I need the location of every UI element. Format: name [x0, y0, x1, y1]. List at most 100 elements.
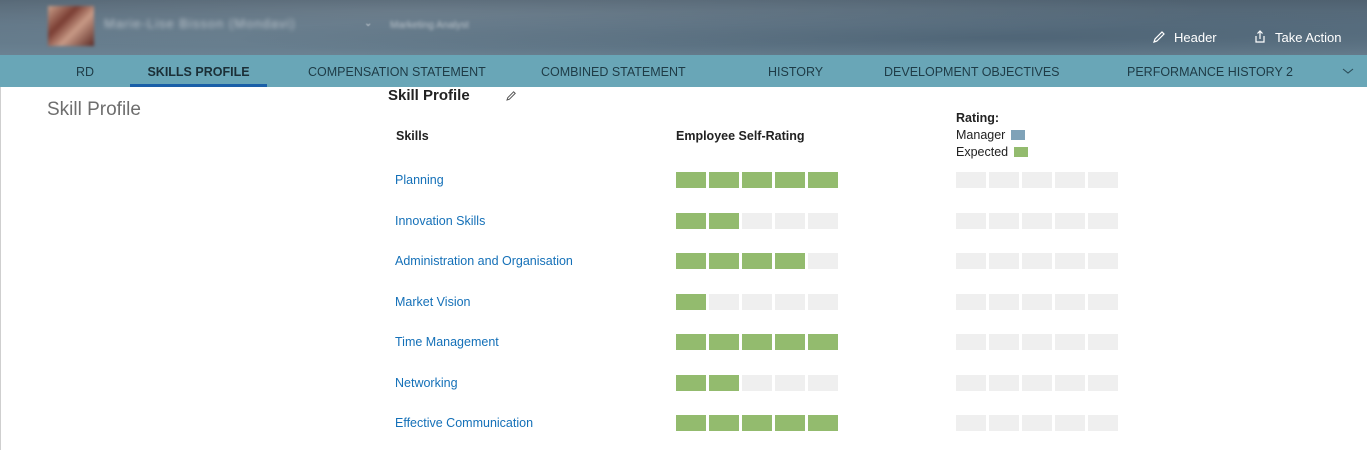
- rating-cell: [808, 253, 838, 269]
- rating-cell: [808, 375, 838, 391]
- tab-performance-history-2[interactable]: PERFORMANCE HISTORY 2: [1127, 55, 1293, 87]
- rating-cell: [1022, 334, 1052, 350]
- divider: [0, 87, 1, 450]
- rating-cell: [1022, 213, 1052, 229]
- manager-rating-bar: [956, 294, 1118, 310]
- rating-cell: [775, 172, 805, 188]
- rating-cell: [742, 172, 772, 188]
- rating-cell: [1088, 213, 1118, 229]
- self-rating-bar: [676, 375, 838, 391]
- skill-link[interactable]: Administration and Organisation: [395, 254, 573, 268]
- tab-development-objectives[interactable]: DEVELOPMENT OBJECTIVES: [884, 55, 1060, 87]
- rating-cell: [709, 334, 739, 350]
- chevron-down-icon[interactable]: [1340, 63, 1356, 79]
- rating-cell: [709, 415, 739, 431]
- self-rating-bar: [676, 415, 838, 431]
- skill-link[interactable]: Market Vision: [395, 295, 471, 309]
- legend-swatch: [1011, 129, 1026, 140]
- avatar[interactable]: [48, 6, 94, 46]
- manager-rating-bar: [956, 334, 1118, 350]
- panel-title: Skill Profile: [388, 87, 470, 104]
- skill-link[interactable]: Time Management: [395, 335, 499, 349]
- rating-cell: [676, 213, 706, 229]
- rating-cell: [676, 415, 706, 431]
- rating-cell: [956, 253, 986, 269]
- rating-cell: [775, 375, 805, 391]
- rating-cell: [1055, 213, 1085, 229]
- column-header-self-rating: Employee Self-Rating: [676, 129, 805, 143]
- rating-cell: [742, 415, 772, 431]
- user-role: Marketing Analyst: [390, 20, 469, 31]
- rating-cell: [742, 294, 772, 310]
- rating-cell: [775, 213, 805, 229]
- rating-cell: [1055, 253, 1085, 269]
- tab-rd[interactable]: RD: [76, 55, 94, 87]
- rating-cell: [709, 294, 739, 310]
- rating-cell: [775, 294, 805, 310]
- rating-cell: [742, 334, 772, 350]
- rating-cell: [1088, 375, 1118, 391]
- pencil-icon[interactable]: [505, 89, 517, 107]
- tab-bar: RD SKILLS PROFILE COMPENSATION STATEMENT…: [0, 55, 1367, 87]
- skill-link[interactable]: Effective Communication: [395, 416, 533, 430]
- header-button-label: Header: [1174, 29, 1217, 45]
- rating-cell: [709, 213, 739, 229]
- rating-cell: [676, 334, 706, 350]
- rating-cell: [1022, 294, 1052, 310]
- rating-cell: [956, 375, 986, 391]
- rating-cell: [989, 172, 1019, 188]
- rating-cell: [808, 415, 838, 431]
- manager-rating-bar: [956, 213, 1118, 229]
- rating-cell: [1055, 415, 1085, 431]
- tab-compensation-statement[interactable]: COMPENSATION STATEMENT: [308, 55, 486, 87]
- tab-combined-statement[interactable]: COMBINED STATEMENT: [541, 55, 686, 87]
- rating-cell: [742, 375, 772, 391]
- legend-label: Expected: [956, 144, 1009, 159]
- rating-cell: [676, 253, 706, 269]
- take-action-button[interactable]: Take Action: [1253, 28, 1342, 46]
- manager-rating-bar: [956, 415, 1118, 431]
- rating-cell: [808, 334, 838, 350]
- self-rating-bar: [676, 294, 838, 310]
- rating-cell: [989, 375, 1019, 391]
- rating-cell: [676, 172, 706, 188]
- tab-history[interactable]: HISTORY: [768, 55, 823, 87]
- rating-cell: [709, 172, 739, 188]
- rating-cell: [1088, 294, 1118, 310]
- user-name[interactable]: Marie-Lise Bisson (Mondavi): [104, 16, 296, 31]
- rating-cell: [989, 253, 1019, 269]
- header-button[interactable]: Header: [1152, 28, 1217, 46]
- rating-cell: [1022, 415, 1052, 431]
- rating-cell: [1088, 415, 1118, 431]
- self-rating-bar: [676, 334, 838, 350]
- rating-cell: [676, 375, 706, 391]
- rating-cell: [742, 253, 772, 269]
- rating-cell: [676, 294, 706, 310]
- rating-cell: [1055, 334, 1085, 350]
- rating-cell: [1022, 253, 1052, 269]
- rating-cell: [709, 253, 739, 269]
- column-header-skills: Skills: [396, 129, 429, 143]
- legend-label: Manager: [956, 127, 1006, 142]
- manager-rating-bar: [956, 253, 1118, 269]
- rating-cell: [989, 415, 1019, 431]
- rating-cell: [989, 213, 1019, 229]
- rating-cell: [989, 294, 1019, 310]
- chevron-down-icon[interactable]: ⌄: [364, 18, 372, 29]
- skill-link[interactable]: Networking: [395, 376, 458, 390]
- rating-cell: [808, 172, 838, 188]
- rating-cell: [709, 375, 739, 391]
- tab-skills-profile[interactable]: SKILLS PROFILE: [130, 55, 267, 87]
- skill-link[interactable]: Planning: [395, 173, 444, 187]
- rating-cell: [808, 213, 838, 229]
- self-rating-bar: [676, 213, 838, 229]
- rating-cell: [989, 334, 1019, 350]
- rating-cell: [1055, 172, 1085, 188]
- self-rating-bar: [676, 172, 838, 188]
- rating-cell: [742, 213, 772, 229]
- skill-link[interactable]: Innovation Skills: [395, 214, 485, 228]
- legend-item-manager: Manager: [956, 126, 1028, 143]
- rating-cell: [1022, 375, 1052, 391]
- rating-legend: Rating: Manager Expected: [956, 111, 1029, 160]
- take-action-label: Take Action: [1275, 29, 1342, 45]
